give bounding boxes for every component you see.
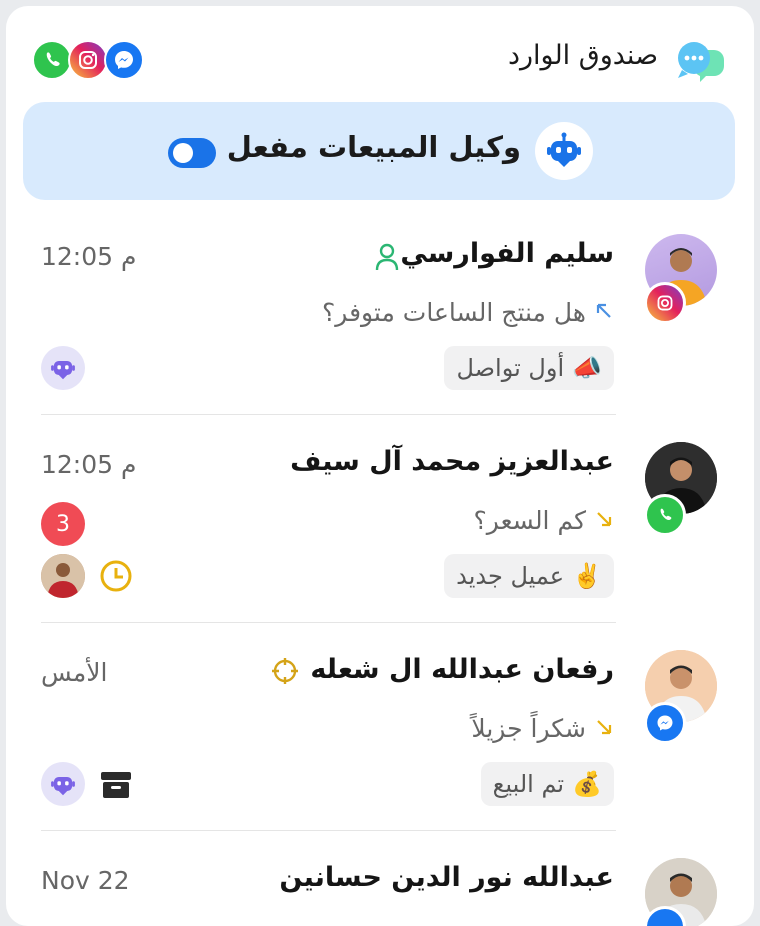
chat-bubbles-icon <box>674 36 724 86</box>
bot-icon <box>535 122 593 180</box>
status-tag: 💰 تم البيع <box>480 762 614 806</box>
contact-name: رفعان عبدالله ال شعله <box>310 654 614 685</box>
incoming-arrow-icon <box>594 506 614 535</box>
last-message: كم السعر؟ <box>474 506 614 535</box>
row-divider <box>41 830 616 831</box>
message-time: 12:05 م <box>41 242 137 271</box>
target-icon <box>270 656 300 690</box>
last-message: هل منتج الساعات متوفر؟ <box>322 298 614 327</box>
message-time: Nov 22 <box>41 866 130 895</box>
message-time: 12:05 م <box>41 450 137 479</box>
assigned-agent-avatar[interactable] <box>41 554 85 598</box>
channel-icons <box>32 40 144 80</box>
whatsapp-badge-icon <box>644 494 686 536</box>
clock-icon <box>98 558 134 598</box>
status-tag: 📣 أول تواصل <box>444 346 614 390</box>
contact-name: عبدالله نور الدين حسانين <box>279 862 614 893</box>
megaphone-icon: 📣 <box>572 354 602 382</box>
last-message-text: شكراً جزيلاً <box>471 714 586 743</box>
last-message-text: هل منتج الساعات متوفر؟ <box>322 298 586 327</box>
sales-agent-toggle[interactable] <box>168 138 216 168</box>
status-tag-label: أول تواصل <box>456 354 565 382</box>
conversation-row[interactable]: سليم الفوارسي 12:05 م هل منتج الساعات مت… <box>6 226 754 416</box>
last-message: شكراً جزيلاً <box>471 714 614 743</box>
person-icon <box>374 242 400 276</box>
row-divider <box>41 622 616 623</box>
victory-hand-icon: ✌️ <box>572 562 602 590</box>
instagram-badge-icon <box>644 282 686 324</box>
contact-name: سليم الفوارسي <box>400 238 614 269</box>
last-message-text: كم السعر؟ <box>473 506 586 535</box>
unread-count-badge: 3 <box>41 502 85 546</box>
outgoing-arrow-icon <box>594 298 614 327</box>
sales-agent-banner: وكيل المبيعات مفعل <box>23 102 735 200</box>
conversation-row[interactable]: عبدالله نور الدين حسانين Nov 22 <box>6 850 754 926</box>
conversation-row[interactable]: عبدالعزيز محمد آل سيف 12:05 م كم السعر؟ … <box>6 434 754 624</box>
toggle-knob <box>173 143 193 163</box>
incoming-arrow-icon <box>594 714 614 743</box>
inbox-header: صندوق الوارد <box>6 6 754 102</box>
status-tag-label: عميل جديد <box>456 562 565 590</box>
conversation-row[interactable]: رفعان عبدالله ال شعله الأمس شكراً جزيلاً… <box>6 642 754 832</box>
whatsapp-icon[interactable] <box>32 40 72 80</box>
message-time: الأمس <box>41 658 108 687</box>
status-tag-label: تم البيع <box>492 770 565 798</box>
row-divider <box>41 414 616 415</box>
instagram-icon[interactable] <box>68 40 108 80</box>
sales-agent-label: وكيل المبيعات مفعل <box>226 130 521 164</box>
messenger-icon[interactable] <box>104 40 144 80</box>
bot-handled-icon <box>41 762 85 806</box>
messenger-badge-icon <box>644 702 686 744</box>
bot-handled-icon <box>41 346 85 390</box>
contact-name: عبدالعزيز محمد آل سيف <box>290 446 614 477</box>
money-bag-icon: 💰 <box>572 770 602 798</box>
inbox-card: صندوق الوارد وكيل المبيعات مفعل سليم الف… <box>6 6 754 926</box>
page-title: صندوق الوارد <box>507 40 658 71</box>
archive-icon[interactable] <box>100 770 132 804</box>
status-tag: ✌️ عميل جديد <box>444 554 614 598</box>
